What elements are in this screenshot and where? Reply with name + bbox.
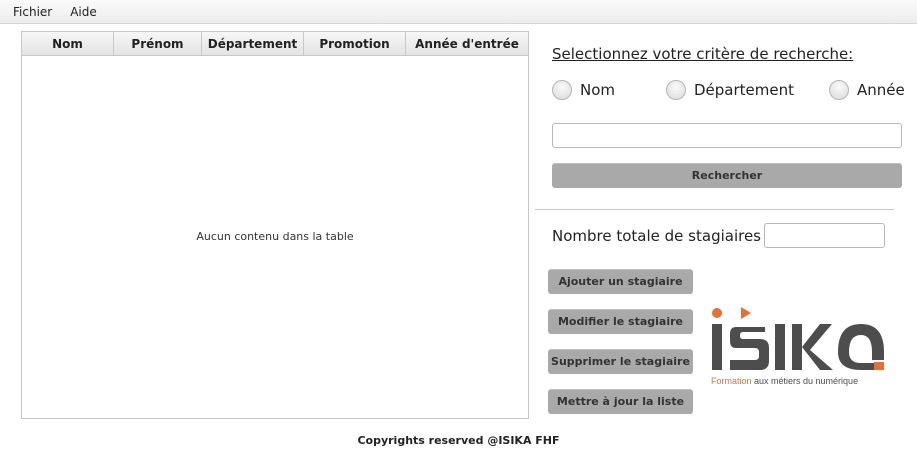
search-criteria-title: Selectionnez votre critère de recherche:	[552, 45, 854, 63]
search-input[interactable]	[552, 123, 902, 148]
trainees-table[interactable]: Nom Prénom Département Promotion Année d…	[21, 31, 529, 419]
edit-trainee-button[interactable]: Modifier le stagiaire	[548, 309, 693, 334]
column-header-prenom[interactable]: Prénom	[114, 32, 202, 55]
delete-trainee-button[interactable]: Supprimer le stagiaire	[548, 349, 693, 374]
total-trainees-label: Nombre totale de stagiaires	[552, 227, 761, 245]
menu-bar: Fichier Aide	[0, 0, 917, 24]
column-header-nom[interactable]: Nom	[22, 32, 114, 55]
add-trainee-button[interactable]: Ajouter un stagiaire	[548, 269, 693, 294]
isika-logo: Formation aux métiers du numérique	[708, 303, 888, 393]
radio-label-annee: Année	[857, 81, 905, 99]
radio-label-departement: Département	[694, 81, 794, 99]
menu-aide[interactable]: Aide	[61, 5, 106, 19]
radio-departement[interactable]: Département	[666, 80, 794, 100]
copyright-footer: Copyrights reserved @ISIKA FHF	[357, 434, 560, 447]
radio-annee[interactable]: Année	[829, 80, 905, 100]
radio-circle-icon[interactable]	[666, 80, 686, 100]
column-header-annee-entree[interactable]: Année d'entrée	[406, 32, 528, 55]
total-trainees-field[interactable]	[764, 223, 885, 248]
radio-circle-icon[interactable]	[829, 80, 849, 100]
column-header-departement[interactable]: Département	[202, 32, 304, 55]
isika-logo-mark	[712, 307, 884, 370]
table-header: Nom Prénom Département Promotion Année d…	[22, 32, 528, 56]
search-button[interactable]: Rechercher	[552, 163, 902, 188]
radio-label-nom: Nom	[580, 81, 616, 99]
column-header-promotion[interactable]: Promotion	[304, 32, 406, 55]
radio-nom[interactable]: Nom	[552, 80, 615, 100]
section-divider	[535, 209, 894, 210]
radio-circle-icon[interactable]	[552, 80, 572, 100]
menu-fichier[interactable]: Fichier	[0, 5, 61, 19]
empty-table-message: Aucun contenu dans la table	[196, 230, 354, 243]
isika-tagline: Formation aux métiers du numérique	[711, 376, 859, 386]
refresh-list-button[interactable]: Mettre à jour la liste	[548, 389, 693, 414]
